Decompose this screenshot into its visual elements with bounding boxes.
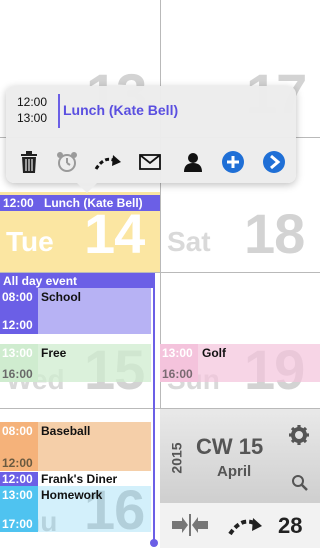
trash-icon[interactable]: [17, 150, 41, 174]
event-free-start: 13:00: [2, 346, 33, 360]
event-homework-end: 17:00: [2, 517, 33, 531]
event-golf-end: 16:00: [162, 367, 193, 381]
gear-icon[interactable]: [288, 424, 310, 446]
popup-title[interactable]: Lunch (Kate Bell): [63, 102, 178, 118]
day-number-sat: 18: [244, 202, 305, 265]
today-number[interactable]: 28: [278, 513, 302, 539]
popup-end-time: 13:00: [17, 111, 48, 125]
event-free-end: 16:00: [2, 367, 33, 381]
week-label: CW 15: [196, 434, 264, 459]
event-lunch-time: 12:00: [3, 196, 34, 210]
event-school-start: 08:00: [2, 290, 33, 304]
now-indicator-dot: [150, 539, 158, 547]
event-all-day[interactable]: All day event: [0, 273, 155, 288]
popup-divider: [58, 94, 60, 128]
event-baseball-title: Baseball: [41, 424, 91, 438]
forward-icon[interactable]: [262, 150, 286, 174]
month-label: April: [217, 463, 252, 480]
week-year-wrap: 2015: [162, 438, 192, 478]
event-franks-title[interactable]: Frank's Diner: [41, 472, 117, 486]
day-name-sat: Sat: [167, 226, 211, 257]
move-arrow-icon[interactable]: [94, 150, 122, 174]
event-school-end: 12:00: [2, 318, 33, 332]
popup-arrow: [76, 182, 98, 193]
search-icon[interactable]: [291, 474, 309, 492]
event-franks-start: 12:00: [2, 472, 33, 486]
alarm-icon[interactable]: [55, 150, 79, 174]
event-free-title: Free: [41, 346, 67, 360]
event-all-day-label: All day event: [3, 274, 78, 288]
event-homework-start: 13:00: [2, 488, 33, 502]
event-baseball-end: 12:00: [2, 456, 33, 470]
event-homework-title: Homework: [41, 488, 103, 502]
compress-icon[interactable]: [170, 513, 210, 537]
week-year: 2015: [169, 442, 185, 474]
event-golf-start: 13:00: [162, 346, 193, 360]
popup-start-time: 12:00: [17, 95, 48, 109]
day-name-tue: Tue: [6, 226, 54, 257]
event-popup: 12:00 13:00 Lunch (Kate Bell): [6, 86, 296, 193]
mail-icon[interactable]: [138, 150, 162, 174]
event-lunch-title: Lunch (Kate Bell): [44, 196, 143, 210]
event-baseball-start: 08:00: [2, 424, 33, 438]
now-indicator-line: [153, 273, 155, 543]
event-lunch[interactable]: 12:00 Lunch (Kate Bell): [0, 195, 160, 211]
goto-arrow-icon[interactable]: [228, 514, 264, 538]
event-golf-title: Golf: [202, 346, 226, 360]
add-icon[interactable]: [221, 150, 245, 174]
day-number-tue: 14: [84, 202, 145, 265]
contact-icon[interactable]: [181, 150, 205, 174]
event-school-title: School: [41, 290, 82, 304]
